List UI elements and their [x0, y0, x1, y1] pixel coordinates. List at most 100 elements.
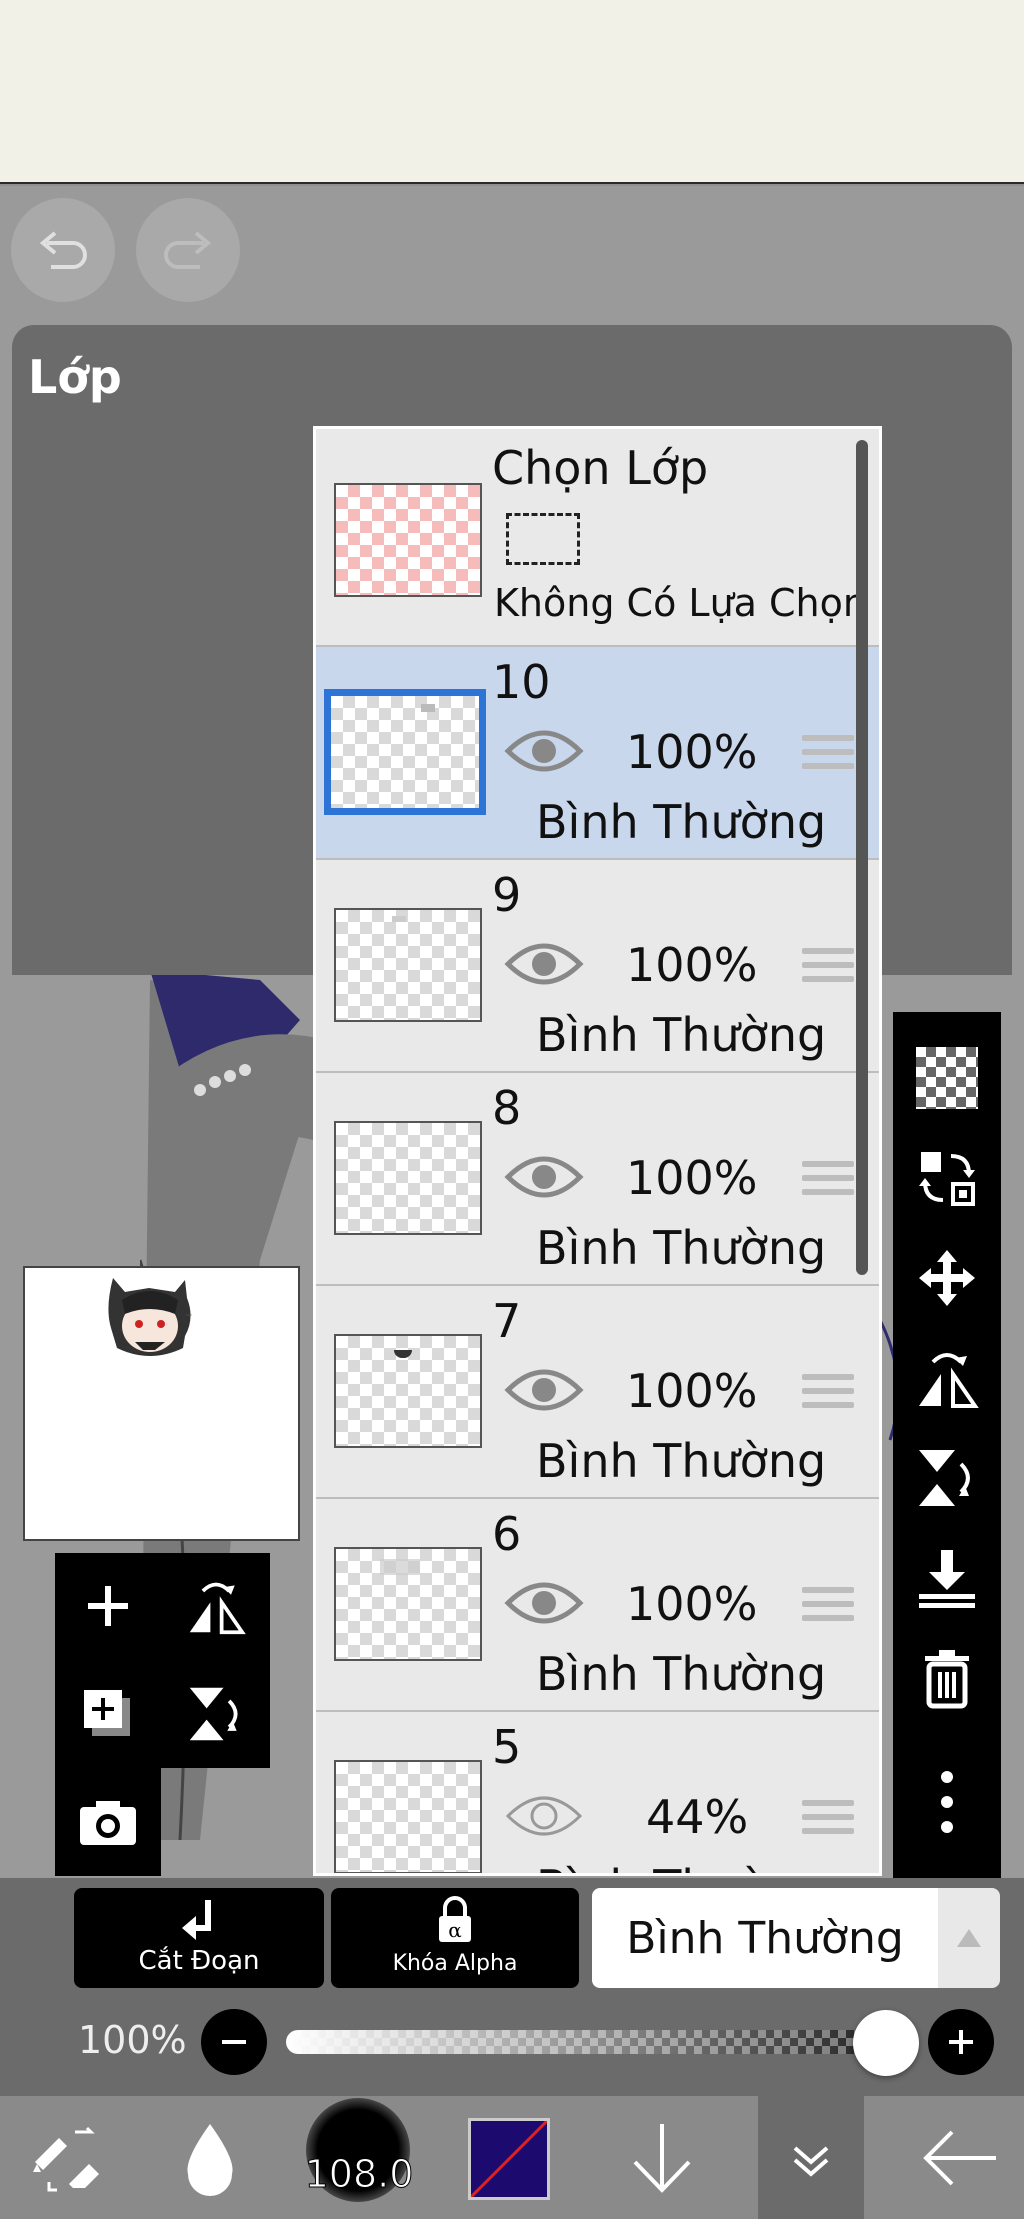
download-button[interactable] — [612, 2096, 712, 2219]
merge-down-button[interactable] — [893, 1528, 1001, 1628]
swap-layers-button[interactable] — [893, 1128, 1001, 1228]
layer-row[interactable]: 5 44% Bình Thường — [316, 1712, 879, 1873]
layer-blend-mode: Bình Thường — [536, 1008, 827, 1062]
layer-row[interactable]: 6 100% Bình Thường — [316, 1499, 879, 1712]
layer-list-scrollbar[interactable] — [856, 440, 868, 1275]
opacity-slider-knob[interactable] — [853, 2010, 919, 2076]
layer-blend-mode: Bình Thường — [536, 1221, 827, 1275]
eye-icon[interactable] — [504, 936, 584, 992]
opacity-value-label: 100% — [78, 2018, 187, 2062]
flip-horizontal-icon — [189, 1582, 246, 1635]
selection-thumbnail — [334, 483, 482, 597]
undo-button[interactable] — [11, 198, 115, 302]
layer-opacity: 100% — [626, 1364, 758, 1418]
redo-icon — [164, 231, 212, 269]
more-vertical-icon — [941, 1771, 953, 1833]
layer-number: 7 — [492, 1294, 522, 1348]
eye-icon[interactable] — [504, 1788, 584, 1844]
checker-icon — [916, 1047, 978, 1109]
layers-panel-toggle[interactable] — [758, 2096, 864, 2219]
camera-icon — [80, 1801, 136, 1845]
blend-mode-dropdown-button[interactable] — [938, 1888, 1000, 1988]
layer-row[interactable]: 9 100% Bình Thường — [316, 860, 879, 1073]
opacity-decrease-button[interactable] — [201, 2009, 267, 2075]
drag-handle-icon[interactable] — [802, 1374, 854, 1414]
layer-tools-bar — [893, 1012, 1001, 1878]
duplicate-icon — [84, 1690, 130, 1736]
move-icon — [919, 1250, 975, 1306]
eye-icon[interactable] — [504, 1575, 584, 1631]
trash-icon — [925, 1650, 969, 1709]
svg-text:~: ~ — [185, 1311, 193, 1321]
layer-number: 9 — [492, 868, 522, 922]
layer-row[interactable]: 7 100% Bình Thường — [316, 1286, 879, 1499]
swap-icon — [919, 1152, 975, 1206]
redo-button[interactable] — [136, 198, 240, 302]
layer-add-tools — [55, 1553, 270, 1768]
layer-opacity: 100% — [626, 938, 758, 992]
layer-blend-mode: Bình Thường — [536, 1860, 826, 1873]
layer-number: 10 — [492, 655, 551, 709]
flip-vertical-button[interactable] — [893, 1428, 1001, 1528]
opacity-slider[interactable] — [286, 2030, 886, 2054]
selection-title: Chọn Lớp — [492, 441, 709, 495]
back-button[interactable] — [910, 2096, 1010, 2219]
arrow-left-icon — [923, 2130, 996, 2185]
flip-horizontal-button[interactable] — [893, 1328, 1001, 1428]
selection-marquee-icon — [506, 513, 580, 565]
drag-handle-icon[interactable] — [802, 735, 854, 775]
undo-icon — [39, 231, 87, 269]
eye-icon[interactable] — [504, 1362, 584, 1418]
canvas-preview[interactable]: ~ — [23, 1266, 300, 1541]
merge-down-icon — [919, 1550, 975, 1608]
delete-layer-button[interactable] — [893, 1628, 1001, 1728]
selection-layer-row[interactable]: Chọn Lớp Không Có Lựa Chọn — [316, 429, 879, 647]
transparency-button[interactable] — [893, 1028, 1001, 1128]
flip-vertical-icon — [919, 1450, 970, 1506]
layer-row[interactable]: 10 100% Bình Thường — [316, 647, 879, 860]
color-swatch-button[interactable] — [468, 2118, 550, 2200]
layer-opacity: 100% — [626, 1151, 758, 1205]
drag-handle-icon[interactable] — [802, 1587, 854, 1627]
layer-number: 5 — [492, 1720, 522, 1774]
move-button[interactable] — [893, 1228, 1001, 1328]
layer-row[interactable]: 8 100% Bình Thường — [316, 1073, 879, 1286]
layer-blend-mode: Bình Thường — [536, 1647, 827, 1701]
arrow-down-icon — [633, 2123, 691, 2193]
flip-vertical-canvas-button[interactable] — [163, 1661, 269, 1767]
layer-thumbnail — [324, 689, 486, 815]
flip-vertical-icon — [189, 1687, 238, 1741]
flip-horizontal-canvas-button[interactable] — [163, 1553, 269, 1659]
eye-icon[interactable] — [504, 723, 584, 779]
drag-handle-icon[interactable] — [802, 1161, 854, 1201]
plus-icon — [949, 2030, 973, 2054]
drag-handle-icon[interactable] — [802, 948, 854, 988]
eye-icon[interactable] — [504, 1149, 584, 1205]
clipping-button[interactable]: Cắt Đoạn — [74, 1888, 324, 1988]
duplicate-layer-button[interactable] — [55, 1661, 161, 1767]
chevron-double-down-icon — [793, 2145, 829, 2177]
layer-thumbnail — [334, 1547, 482, 1661]
fill-tool-button[interactable] — [160, 2096, 260, 2219]
drag-handle-icon[interactable] — [802, 1800, 854, 1840]
flip-horizontal-icon — [919, 1353, 979, 1408]
selection-status: Không Có Lựa Chọn — [494, 581, 867, 625]
tool-select-button[interactable] — [12, 2096, 122, 2219]
plus-icon — [88, 1586, 128, 1626]
top-bar — [0, 0, 1024, 184]
alpha-lock-button[interactable]: α Khóa Alpha — [331, 1888, 579, 1988]
layer-thumbnail — [334, 1334, 482, 1448]
layer-opacity: 100% — [626, 1577, 758, 1631]
layer-thumbnail — [334, 908, 482, 1022]
panel-title: Lớp — [28, 350, 122, 404]
blend-mode-select[interactable]: Bình Thường — [592, 1888, 938, 1988]
more-options-button[interactable] — [893, 1752, 1001, 1852]
add-layer-button[interactable] — [55, 1553, 161, 1659]
opacity-increase-button[interactable] — [928, 2009, 994, 2075]
water-drop-icon — [187, 2123, 233, 2196]
import-photo-button[interactable] — [55, 1768, 161, 1876]
color-swatch-slash — [471, 2121, 547, 2197]
clipping-label: Cắt Đoạn — [138, 1946, 260, 1976]
layer-list[interactable]: Chọn Lớp Không Có Lựa Chọn 10 100% Bình … — [313, 426, 882, 1876]
svg-text:α: α — [448, 1918, 462, 1942]
